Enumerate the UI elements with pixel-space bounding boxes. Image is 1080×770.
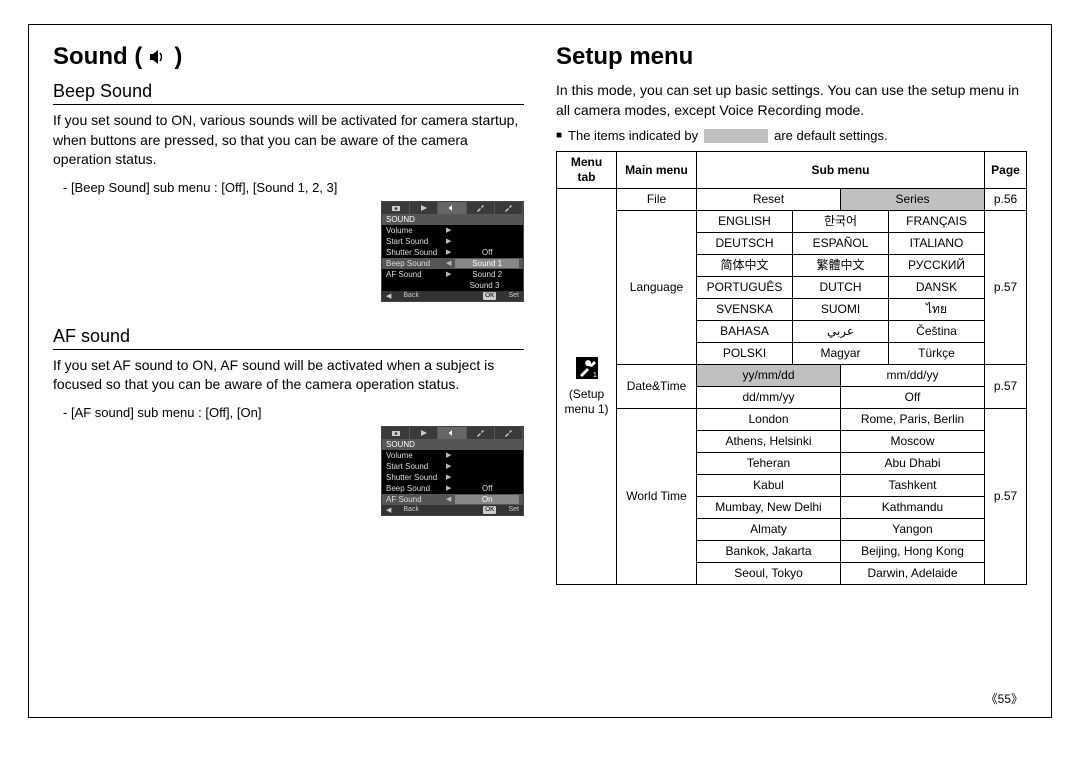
lcd-tab-setup1-icon: [467, 202, 495, 214]
sound-heading-close: ): [174, 43, 182, 71]
table-row: Language ENGLISH 한국어 FRANÇAIS p.57: [557, 211, 1027, 233]
beep-sound-body: If you set sound to ON, various sounds w…: [53, 111, 524, 170]
lcd-rows: Volume▶ Start Sound▶ Shutter Sound▶ Beep…: [382, 450, 523, 505]
beep-lcd-preview: SOUND Volume▶ Start Sound▶ Shutter Sound…: [381, 201, 524, 302]
left-column: Sound ( ) Beep Sound If you set sound to…: [53, 43, 528, 707]
af-submenu-line: - [AF sound] sub menu : [Off], [On]: [63, 405, 524, 420]
af-sound-title: AF sound: [53, 326, 524, 350]
default-color-swatch: [704, 129, 768, 143]
speaker-icon: [148, 48, 168, 66]
setup-intro: In this mode, you can set up basic setti…: [556, 81, 1027, 120]
sound-heading-text: Sound (: [53, 43, 142, 71]
beep-lcd-preview-row: SOUND Volume▶ Start Sound▶ Shutter Sound…: [53, 201, 524, 302]
lcd-footer: ◀ Back OK Set: [382, 505, 523, 515]
table-row: World Time London Rome, Paris, Berlin p.…: [557, 409, 1027, 431]
lcd-tab-sound-icon: [438, 427, 466, 439]
af-lcd-preview: SOUND Volume▶ Start Sound▶ Shutter Sound…: [381, 426, 524, 516]
lcd-rows: Volume▶ Start Sound▶ Shutter Sound▶Off B…: [382, 225, 523, 291]
lcd-tab-play-icon: [410, 427, 438, 439]
lcd-title: SOUND: [382, 439, 523, 450]
af-lcd-preview-row: SOUND Volume▶ Start Sound▶ Shutter Sound…: [53, 426, 524, 516]
wrench-icon: 1: [576, 357, 598, 383]
lcd-title: SOUND: [382, 214, 523, 225]
page-number: 《55》: [986, 690, 1023, 707]
lcd-tab-camera-icon: [382, 202, 410, 214]
sound-heading: Sound ( ): [53, 43, 524, 71]
right-column: Setup menu In this mode, you can set up …: [552, 43, 1027, 707]
square-bullet-icon: ■: [556, 130, 562, 141]
beep-sound-title: Beep Sound: [53, 81, 524, 105]
lcd-tab-setup2-icon: [495, 202, 523, 214]
default-note: ■ The items indicated by are default set…: [556, 128, 1027, 143]
lcd-back-arrow-icon: ◀: [386, 506, 391, 514]
lcd-tabbar: [382, 202, 523, 214]
lcd-footer: ◀ Back OK Set: [382, 291, 523, 301]
svg-text:1: 1: [593, 372, 597, 379]
lcd-tab-camera-icon: [382, 427, 410, 439]
lcd-back-arrow-icon: ◀: [386, 292, 391, 300]
table-row: Date&Time yy/mm/dd mm/dd/yy p.57: [557, 365, 1027, 387]
setup-menu-heading: Setup menu: [556, 43, 1027, 71]
table-header-row: Menu tab Main menu Sub menu Page: [557, 152, 1027, 189]
page-frame: Sound ( ) Beep Sound If you set sound to…: [28, 24, 1052, 718]
table-row: 1 (Setup menu 1) File Reset Series p.56: [557, 189, 1027, 211]
beep-submenu-line: - [Beep Sound] sub menu : [Off], [Sound …: [63, 180, 524, 195]
settings-table: Menu tab Main menu Sub menu Page 1 (Setu…: [556, 151, 1027, 585]
lcd-tab-setup2-icon: [495, 427, 523, 439]
lcd-tab-sound-icon: [438, 202, 466, 214]
af-sound-body: If you set AF sound to ON, AF sound will…: [53, 356, 524, 395]
lcd-tabbar: [382, 427, 523, 439]
lcd-tab-play-icon: [410, 202, 438, 214]
menutab-cell: 1 (Setup menu 1): [557, 189, 617, 585]
lcd-tab-setup1-icon: [467, 427, 495, 439]
